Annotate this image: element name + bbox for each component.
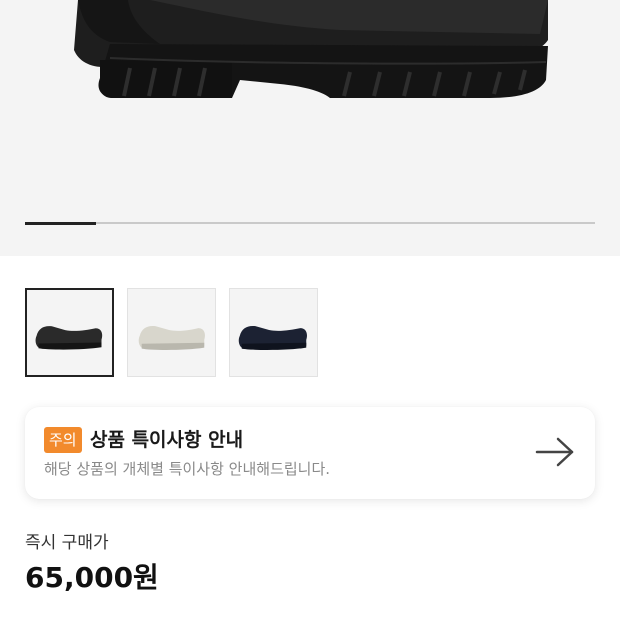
gallery-progress-fill bbox=[25, 221, 97, 225]
shoe-thumbnail-image bbox=[138, 325, 205, 350]
thumbnail-navy[interactable] bbox=[229, 288, 318, 377]
arrow-right-icon[interactable] bbox=[535, 436, 575, 468]
thumbnail-black[interactable] bbox=[25, 288, 114, 377]
product-notice-card[interactable]: 주의 상품 특이사항 안내 해당 상품의 개체별 특이사항 안내해드립니다. bbox=[25, 407, 595, 499]
instant-buy-price-value: 65,000원 bbox=[25, 561, 159, 594]
notice-title: 상품 특이사항 안내 bbox=[90, 429, 244, 451]
caution-badge: 주의 bbox=[44, 427, 82, 453]
thumbnail-white[interactable] bbox=[127, 288, 216, 377]
gallery-progress-bar bbox=[25, 221, 595, 225]
product-image-hero[interactable] bbox=[0, 0, 620, 256]
notice-description: 해당 상품의 개체별 특이사항 안내해드립니다. bbox=[44, 460, 331, 478]
shoe-thumbnail-image bbox=[35, 326, 103, 350]
product-shoe-image bbox=[74, 0, 548, 98]
thumbnail-strip bbox=[25, 288, 318, 377]
instant-buy-price-label: 즉시 구매가 bbox=[25, 533, 109, 553]
shoe-thumbnail-image bbox=[238, 325, 307, 350]
